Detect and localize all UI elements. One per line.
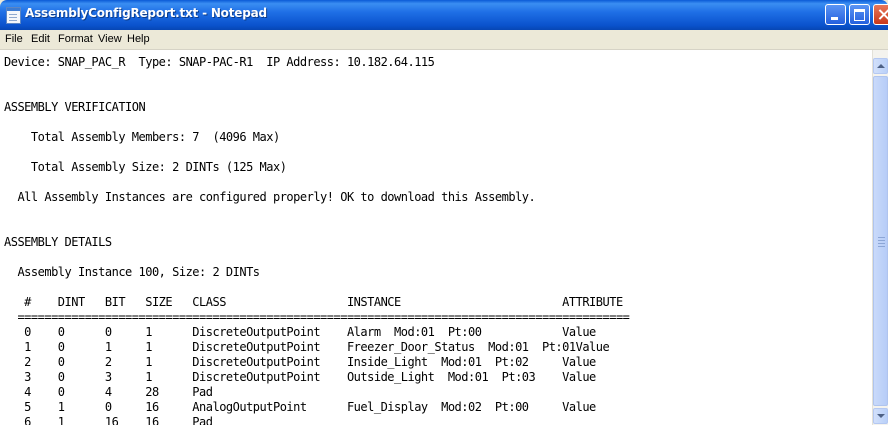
scroll-down-button[interactable]	[873, 408, 888, 424]
window-title: AssemblyConfigReport.txt - Notepad	[25, 6, 267, 20]
maximize-button[interactable]	[849, 4, 870, 25]
minimize-button[interactable]	[825, 4, 846, 25]
title-bar[interactable]: AssemblyConfigReport.txt - Notepad	[0, 0, 888, 30]
menu-edit[interactable]: Edit	[31, 33, 50, 45]
vertical-scrollbar[interactable]	[872, 50, 888, 425]
menu-view[interactable]: View	[98, 33, 122, 45]
notepad-window: AssemblyConfigReport.txt - Notepad File …	[0, 0, 888, 425]
scroll-thumb[interactable]	[873, 76, 888, 406]
menu-file[interactable]: File	[5, 33, 23, 45]
document-text[interactable]: Device: SNAP_PAC_R Type: SNAP-PAC-R1 IP …	[4, 55, 630, 425]
menu-help[interactable]: Help	[127, 33, 150, 45]
notepad-icon	[6, 7, 21, 24]
menu-format[interactable]: Format	[58, 33, 93, 45]
scroll-up-button[interactable]	[873, 58, 888, 74]
text-editor[interactable]: Device: SNAP_PAC_R Type: SNAP-PAC-R1 IP …	[0, 50, 872, 425]
menu-bar: File Edit Format View Help	[0, 30, 888, 50]
close-button[interactable]	[873, 4, 888, 25]
